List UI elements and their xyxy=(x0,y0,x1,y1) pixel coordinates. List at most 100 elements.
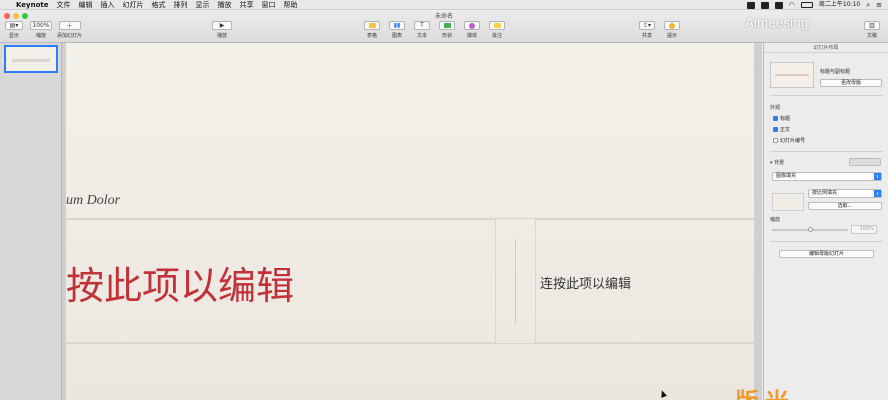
scale-mode-value: 按比例填充 xyxy=(812,190,838,196)
shape-label: 形状 xyxy=(441,33,452,39)
chart-button[interactable]: ▮▮ 图表 xyxy=(389,21,405,39)
fill-type-select[interactable]: 图像填充 ⇕ xyxy=(772,172,882,181)
text-button[interactable]: T 文本 xyxy=(414,21,430,39)
document-icon: ▥ xyxy=(864,21,880,30)
section-divider xyxy=(770,95,883,96)
checkbox-label: 幻灯片编号 xyxy=(780,138,806,144)
slide-subtitle[interactable]: um Dolor xyxy=(66,193,120,209)
layout-preview[interactable] xyxy=(770,62,814,88)
document-button[interactable]: ▥ 文稿 xyxy=(864,21,880,39)
change-master-button[interactable]: 更改母版 xyxy=(820,79,882,87)
checkbox-checked-icon xyxy=(773,116,778,121)
view-icon: ▤▾ xyxy=(5,21,23,30)
play-icon: ▶ xyxy=(212,21,232,30)
plus-icon: ＋ xyxy=(58,21,81,30)
wifi-icon[interactable]: ◠ xyxy=(789,0,795,10)
slide[interactable]: um Dolor 按此项以编辑 连按此项以编辑 xyxy=(66,43,754,400)
chevron-updown-icon: ⇕ xyxy=(874,190,881,197)
vertical-divider xyxy=(515,239,516,324)
menu-share[interactable]: 共享 xyxy=(236,0,258,10)
scale-label: 缩放 xyxy=(770,217,781,223)
choose-image-button[interactable]: 选取... xyxy=(808,202,882,210)
menu-format[interactable]: 格式 xyxy=(148,0,170,10)
scale-slider[interactable] xyxy=(772,227,848,232)
body-text[interactable]: 连按此项以编辑 xyxy=(540,273,631,292)
lightbulb-icon xyxy=(664,21,680,30)
zoom-label: 缩放 xyxy=(35,33,46,39)
layout-preview-bar xyxy=(775,74,809,76)
scale-percent-field[interactable]: 100% xyxy=(851,225,877,234)
zoom-button[interactable]: 100% 缩放 xyxy=(30,21,52,39)
play-button[interactable]: ▶ 播放 xyxy=(212,21,232,39)
status-icon[interactable] xyxy=(746,1,755,9)
shape-icon xyxy=(439,21,455,30)
chart-icon: ▮▮ xyxy=(389,21,405,30)
share-icon: ⇪▾ xyxy=(639,21,655,30)
section-divider xyxy=(770,241,883,242)
comment-label: 批注 xyxy=(491,33,502,39)
tips-button[interactable]: 提示 xyxy=(664,21,680,39)
battery-icon[interactable] xyxy=(800,2,813,8)
slide-canvas[interactable]: um Dolor 按此项以编辑 连按此项以编辑 xyxy=(62,43,762,400)
play-label: 播放 xyxy=(216,33,227,39)
thumbnail-title-bar xyxy=(12,59,50,62)
watermark-text: Aimeesing xyxy=(745,15,809,30)
zoom-value: 100% xyxy=(30,21,52,30)
comment-button[interactable]: 批注 xyxy=(489,21,505,39)
background-label[interactable]: ▾ 背景 xyxy=(770,159,784,166)
share-button[interactable]: ⇪▾ 共享 xyxy=(639,21,655,39)
menu-window[interactable]: 窗口 xyxy=(258,0,280,10)
search-icon[interactable]: ⌕ xyxy=(866,0,870,10)
brand-watermark: 版米 xyxy=(735,382,795,400)
keynote-app: Keynote 文件 编辑 插入 幻灯片 格式 排列 显示 播放 共享 窗口 帮… xyxy=(0,0,888,400)
menu-list-icon[interactable]: ≡ xyxy=(876,0,882,10)
table-icon xyxy=(364,21,380,30)
menu-help[interactable]: 帮助 xyxy=(280,0,302,10)
add-slide-button[interactable]: ＋ 添加幻灯片 xyxy=(57,21,82,39)
menu-edit[interactable]: 编辑 xyxy=(75,0,97,10)
menu-app-name[interactable]: Keynote xyxy=(12,0,53,10)
title-checkbox[interactable]: 标题 xyxy=(773,115,790,122)
media-icon xyxy=(464,21,480,30)
chart-label: 图表 xyxy=(391,33,402,39)
slider-knob[interactable] xyxy=(808,227,813,232)
menu-play[interactable]: 播放 xyxy=(214,0,236,10)
menu-slide[interactable]: 幻灯片 xyxy=(119,0,148,10)
status-icon[interactable] xyxy=(760,1,769,9)
slide-navigator[interactable]: 1 xyxy=(0,43,62,400)
add-slide-label: 添加幻灯片 xyxy=(57,33,83,39)
edit-master-slide-button[interactable]: 编辑母版幻灯片 xyxy=(779,250,874,258)
background-label-text: 背景 xyxy=(774,160,785,166)
checkbox-checked-icon xyxy=(773,127,778,132)
menu-file[interactable]: 文件 xyxy=(53,0,75,10)
menu-arrange[interactable]: 排列 xyxy=(170,0,192,10)
slide-number-checkbox[interactable]: 幻灯片编号 xyxy=(773,137,805,144)
background-color-well[interactable] xyxy=(849,158,881,166)
menubar-clock[interactable]: 周二上午10:10 xyxy=(819,0,860,10)
status-icon[interactable] xyxy=(774,1,783,9)
layout-name: 标题与副标题 xyxy=(820,69,851,75)
menu-insert[interactable]: 插入 xyxy=(97,0,119,10)
image-well[interactable] xyxy=(772,193,804,211)
menu-bar: Keynote 文件 编辑 插入 幻灯片 格式 排列 显示 播放 共享 窗口 帮… xyxy=(0,0,888,10)
body-checkbox[interactable]: 正文 xyxy=(773,126,790,133)
menu-view[interactable]: 显示 xyxy=(192,0,214,10)
media-button[interactable]: 媒体 xyxy=(464,21,480,39)
shape-button[interactable]: 形状 xyxy=(439,21,455,39)
table-button[interactable]: 表格 xyxy=(364,21,380,39)
view-button[interactable]: ▤▾ 显示 xyxy=(5,21,23,39)
table-label: 表格 xyxy=(366,33,377,39)
fill-type-value: 图像填充 xyxy=(776,173,797,179)
status-area: ◠ 周二上午10:10 ⌕ ≡ xyxy=(746,0,882,10)
checkbox-label: 标题 xyxy=(780,116,791,122)
slide-title[interactable]: 按此项以编辑 xyxy=(66,255,294,310)
comment-icon xyxy=(489,21,505,30)
divider-line xyxy=(66,343,754,344)
scale-mode-select[interactable]: 按比例填充 ⇕ xyxy=(808,189,882,198)
slide-thumbnail[interactable] xyxy=(4,45,58,73)
media-label: 媒体 xyxy=(466,33,477,39)
document-label: 文稿 xyxy=(866,33,877,39)
text-icon: T xyxy=(414,21,430,30)
chevron-updown-icon: ⇕ xyxy=(874,173,881,180)
checkbox-label: 正文 xyxy=(780,127,791,133)
